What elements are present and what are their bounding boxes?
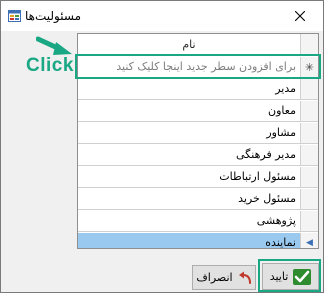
- table-row[interactable]: مدیر: [78, 79, 318, 100]
- row-selector[interactable]: [300, 211, 318, 232]
- undo-arrow-icon: [238, 271, 251, 284]
- table-cell[interactable]: مدیر: [78, 79, 300, 100]
- table-row[interactable]: مدیر فرهنگی: [78, 145, 318, 166]
- table-row[interactable]: مسئول ارتباطات: [78, 167, 318, 188]
- table-cell[interactable]: معاون: [78, 101, 300, 122]
- column-header-name[interactable]: نام: [78, 34, 300, 56]
- row-selector[interactable]: [300, 145, 318, 166]
- table-cell[interactable]: مسئول خرید: [78, 189, 300, 210]
- table-cell[interactable]: مسئول ارتباطات: [78, 167, 300, 188]
- table-cell[interactable]: مدیر فرهنگی: [78, 145, 300, 166]
- triangle-left-icon: ◀: [306, 238, 313, 248]
- click-annotation-label: Click: [26, 55, 74, 76]
- app-window-icon: [8, 10, 21, 22]
- table-row-selected[interactable]: ◀ نماینده: [78, 233, 318, 248]
- table-row[interactable]: مشاور: [78, 123, 318, 144]
- close-icon: [295, 11, 305, 21]
- grid-header: نام: [78, 34, 318, 56]
- row-selector[interactable]: [300, 167, 318, 188]
- table-cell[interactable]: نماینده: [78, 233, 300, 248]
- title-bar[interactable]: مسئولیت‌ها: [1, 1, 323, 31]
- header-row-selector[interactable]: [300, 34, 318, 56]
- table-cell[interactable]: مشاور: [78, 123, 300, 144]
- cancel-button[interactable]: انصراف: [192, 265, 256, 290]
- table-cell[interactable]: پژوهشی: [78, 211, 300, 232]
- row-selector[interactable]: [300, 123, 318, 144]
- cancel-button-label: انصراف: [196, 271, 233, 284]
- window-title: مسئولیت‌ها: [25, 9, 81, 23]
- row-selector[interactable]: [300, 189, 318, 210]
- row-selector[interactable]: [300, 101, 318, 122]
- current-row-marker[interactable]: ◀: [300, 233, 318, 248]
- table-row[interactable]: معاون: [78, 101, 318, 122]
- ok-button-highlight-box: [258, 259, 321, 292]
- close-button[interactable]: [278, 1, 323, 31]
- new-row-highlight-box: [75, 54, 321, 79]
- table-row[interactable]: مسئول خرید: [78, 189, 318, 210]
- table-row[interactable]: پژوهشی: [78, 211, 318, 232]
- row-selector[interactable]: [300, 79, 318, 100]
